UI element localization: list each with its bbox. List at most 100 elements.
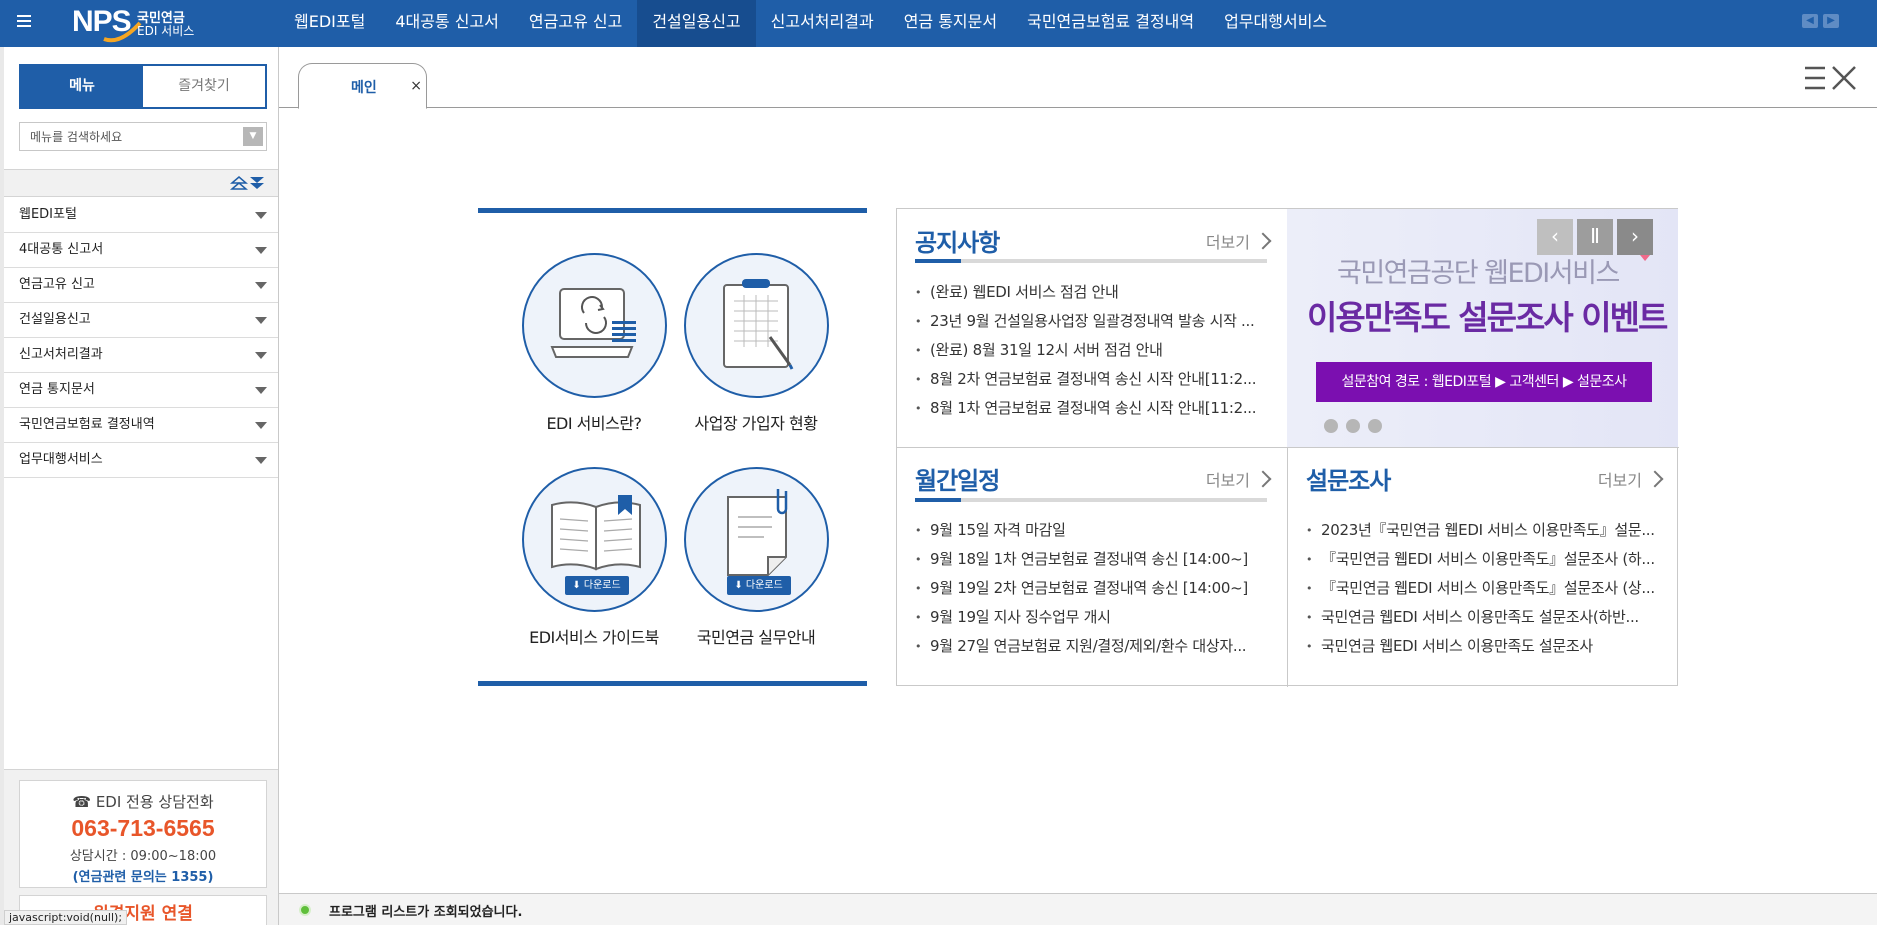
- contact-box: ☎ EDI 전용 상담전화 063-713-6565 상담시간 : 09:00~…: [19, 780, 267, 888]
- list-item[interactable]: 8월 1차 연금보험료 결정내역 송신 시작 안내[11:2...: [915, 394, 1277, 423]
- list-item[interactable]: 국민연금 웹EDI 서비스 이용만족도 설문조사(하반...: [1306, 603, 1668, 632]
- list-item[interactable]: 9월 27일 연금보험료 지원/결정/제외/환수 대상자...: [915, 632, 1277, 661]
- list-item[interactable]: 2023년『국민연금 웹EDI 서비스 이용만족도』설문...: [1306, 516, 1668, 545]
- sidebar-item-construction-daily[interactable]: 건설일용신고: [4, 303, 278, 338]
- list-item[interactable]: 9월 18일 1차 연금보험료 결정내역 송신 [14:00~]: [915, 545, 1277, 574]
- schedule-section: 월간일정 더보기 9월 15일 자격 마감일 9월 18일 1차 연금보험료 결…: [897, 447, 1287, 687]
- sidebar-item-agency-services[interactable]: 업무대행서비스: [4, 443, 278, 478]
- tab-main[interactable]: 메인 ×: [298, 63, 427, 109]
- tab-menu[interactable]: 메뉴: [21, 66, 143, 107]
- list-item[interactable]: (완료) 8월 31일 12시 서버 점검 안내: [915, 336, 1277, 365]
- quick-practice-guide-label: 국민연금 실무안내: [696, 628, 816, 647]
- list-item[interactable]: 『국민연금 웹EDI 서비스 이용만족도』설문조사 (상...: [1306, 574, 1668, 603]
- status-bar: 프로그램 리스트가 조회되었습니다.: [279, 893, 1877, 925]
- topnav-pension-reports[interactable]: 연금고유 신고: [514, 0, 637, 47]
- tab-strip: 메인 ×: [279, 47, 1877, 109]
- list-item[interactable]: 9월 19일 2차 연금보험료 결정내역 송신 [14:00~]: [915, 574, 1277, 603]
- quick-edi-service[interactable]: EDI 서비스란?: [514, 253, 674, 434]
- contact-title: ☎ EDI 전용 상담전화: [72, 793, 214, 811]
- topnav-prev-icon[interactable]: ◀: [1802, 14, 1818, 28]
- list-item[interactable]: 9월 19일 지사 징수업무 개시: [915, 603, 1277, 632]
- guidebook-download-badge[interactable]: ⬇ 다운로드: [564, 576, 629, 595]
- logo-subtitle-2: EDI 서비스: [137, 24, 195, 38]
- collapse-all-icon[interactable]: [248, 175, 266, 191]
- list-item[interactable]: 9월 15일 자격 마감일: [915, 516, 1277, 545]
- topnav-pension-notices[interactable]: 연금 통지문서: [889, 0, 1012, 47]
- survey-title: 설문조사: [1306, 467, 1391, 495]
- menu-search: ▼: [19, 122, 267, 151]
- quick-guidebook[interactable]: ⬇ 다운로드 EDI서비스 가이드북: [514, 467, 674, 648]
- topnav-premium-decisions[interactable]: 국민연금보험료 결정내역: [1012, 0, 1209, 47]
- topnav-common-4-reports[interactable]: 4대공통 신고서: [380, 0, 514, 47]
- search-dropdown-icon[interactable]: ▼: [243, 127, 263, 146]
- close-icon[interactable]: ×: [410, 78, 422, 94]
- contact-phone: 063-713-6565: [71, 815, 215, 841]
- nps-logo[interactable]: NPS 국민연금 EDI 서비스: [50, 3, 200, 43]
- tab-list-close-icon[interactable]: [1803, 64, 1859, 92]
- sidebar-item-pension-notices[interactable]: 연금 통지문서: [4, 373, 278, 408]
- menu-search-input[interactable]: [20, 123, 230, 150]
- banner-prev-button[interactable]: ‹: [1537, 219, 1573, 255]
- chevron-right-icon: [1254, 232, 1272, 250]
- chevron-down-icon: [255, 422, 267, 429]
- sidebar-item-label: 연금고유 신고: [19, 277, 95, 292]
- survey-event-banner[interactable]: 국민연금공단 웹EDI서비스 ♥ 이용만족도 설문조사 이벤트 설문참여 경로 …: [1287, 209, 1678, 447]
- expand-all-icon[interactable]: [230, 175, 248, 191]
- tab-favorites[interactable]: 즐겨찾기: [143, 66, 265, 107]
- schedule-more-link[interactable]: 더보기: [1205, 467, 1272, 491]
- status-message: 프로그램 리스트가 조회되었습니다.: [329, 905, 523, 920]
- sidebar-menu: 웹EDI포털 4대공통 신고서 연금고유 신고 건설일용신고 신고서처리결과 연…: [4, 198, 278, 478]
- chevron-down-icon: [255, 387, 267, 394]
- list-item[interactable]: (완료) 웹EDI 서비스 점검 안내: [915, 278, 1277, 307]
- chevron-down-icon: [255, 317, 267, 324]
- chevron-right-icon: [1254, 470, 1272, 488]
- quick-edi-service-label: EDI 서비스란?: [546, 414, 642, 433]
- sidebar-item-report-results[interactable]: 신고서처리결과: [4, 338, 278, 373]
- survey-list: 2023년『국민연금 웹EDI 서비스 이용만족도』설문... 『국민연금 웹E…: [1306, 516, 1668, 661]
- banner-dot[interactable]: [1368, 419, 1382, 433]
- more-label: 더보기: [1205, 233, 1250, 252]
- sidebar-item-web-edi-portal[interactable]: 웹EDI포털: [4, 198, 278, 233]
- schedule-title-rule: [915, 498, 1267, 502]
- chevron-right-icon: [1646, 470, 1664, 488]
- quick-practice-guide-circle: ⬇ 다운로드: [683, 467, 829, 612]
- list-item[interactable]: 8월 2차 연금보험료 결정내역 송신 시작 안내[11:2...: [915, 365, 1277, 394]
- topnav-web-edi-portal[interactable]: 웹EDI포털: [279, 0, 380, 47]
- sidebar-item-pension-reports[interactable]: 연금고유 신고: [4, 268, 278, 303]
- banner-dot[interactable]: [1346, 419, 1360, 433]
- sidebar-tabs: 메뉴 즐겨찾기: [19, 64, 267, 109]
- chevron-down-icon: [255, 212, 267, 219]
- list-item[interactable]: 23년 9월 건설일용사업장 일괄경정내역 발송 시작 ...: [915, 307, 1277, 336]
- banner-dot[interactable]: [1324, 419, 1338, 433]
- survey-section: 설문조사 더보기 2023년『국민연금 웹EDI 서비스 이용만족도』설문...…: [1288, 447, 1679, 687]
- chevron-down-icon: [255, 457, 267, 464]
- banner-line2: 이용만족도 설문조사 이벤트: [1307, 298, 1668, 337]
- sidebar-item-common-4-reports[interactable]: 4대공통 신고서: [4, 233, 278, 268]
- more-label: 더보기: [1597, 471, 1642, 490]
- more-label: 더보기: [1205, 471, 1250, 490]
- topnav-report-results[interactable]: 신고서처리결과: [756, 0, 889, 47]
- quick-edi-service-circle: [521, 253, 667, 398]
- quick-member-status[interactable]: 사업장 가입자 현황: [676, 253, 836, 434]
- quick-links-panel: EDI 서비스란? 사업장 가입자 현황 ⬇ 다운로드 EDI서비스 가이드북 …: [478, 208, 867, 686]
- list-item[interactable]: 국민연금 웹EDI 서비스 이용만족도 설문조사: [1306, 632, 1668, 661]
- contact-note: (연금관련 문의는 1355): [72, 870, 214, 885]
- notice-list: (완료) 웹EDI 서비스 점검 안내 23년 9월 건설일용사업장 일괄경정내…: [915, 278, 1277, 423]
- status-ok-icon: [299, 904, 311, 916]
- sidebar-item-premium-decisions[interactable]: 국민연금보험료 결정내역: [4, 408, 278, 443]
- notice-more-link[interactable]: 더보기: [1205, 229, 1272, 253]
- topnav-agency-services[interactable]: 업무대행서비스: [1209, 0, 1342, 47]
- banner-survey-path-button[interactable]: 설문참여 경로 : 웹EDI포털 ▶ 고객센터 ▶ 설문조사: [1316, 362, 1652, 402]
- chevron-down-icon: [255, 282, 267, 289]
- quick-practice-guide[interactable]: ⬇ 다운로드 국민연금 실무안내: [676, 467, 836, 648]
- notice-title-rule: [915, 259, 1267, 263]
- topnav-construction-daily[interactable]: 건설일용신고: [637, 0, 756, 47]
- topnav-next-icon[interactable]: ▶: [1823, 14, 1839, 28]
- hamburger-menu-icon[interactable]: [17, 12, 35, 30]
- practice-guide-download-badge[interactable]: ⬇ 다운로드: [726, 576, 791, 595]
- list-item[interactable]: 『국민연금 웹EDI 서비스 이용만족도』설문조사 (하...: [1306, 545, 1668, 574]
- tab-main-label: 메인: [351, 80, 377, 96]
- survey-more-link[interactable]: 더보기: [1597, 467, 1664, 491]
- banner-pause-button[interactable]: Ⅱ: [1577, 219, 1613, 255]
- banner-next-button[interactable]: ›: [1617, 219, 1653, 255]
